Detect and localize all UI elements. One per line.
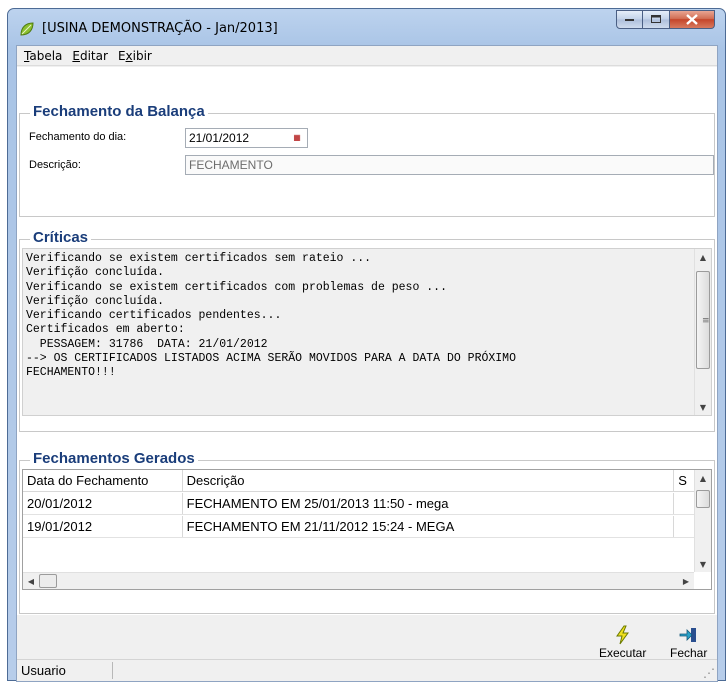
app-window: [USINA DEMONSTRAÇÃO - Jan/2013] Tabela E…: [7, 8, 726, 682]
calendar-icon[interactable]: ▦: [290, 131, 304, 144]
fechamento-dia-field[interactable]: 21/01/2012 ▦: [185, 128, 308, 148]
close-icon: [686, 14, 698, 25]
status-user: Usuario: [18, 662, 113, 679]
log-line: FECHAMENTO!!!: [26, 366, 116, 380]
col-header-descricao[interactable]: Descrição: [183, 470, 675, 491]
criticas-group: Críticas Verificando se existem certific…: [19, 229, 715, 432]
gerados-group: Fechamentos Gerados Data do Fechamento D…: [19, 450, 715, 614]
grip-icon: ≡: [702, 316, 710, 326]
criticas-vscrollbar[interactable]: ▲ ≡ ▼: [694, 249, 711, 415]
table-row[interactable]: 20/01/2012 FECHAMENTO EM 25/01/2013 11:5…: [23, 493, 694, 515]
log-line: Verificando se existem certificados com …: [26, 280, 447, 294]
title-bar[interactable]: [USINA DEMONSTRAÇÃO - Jan/2013]: [8, 9, 725, 45]
fechamento-dia-label: Fechamento do dia:: [29, 131, 127, 143]
col-header-s[interactable]: S: [674, 470, 694, 491]
menu-tabela[interactable]: Tabela: [19, 49, 67, 63]
window-title: [USINA DEMONSTRAÇÃO - Jan/2013]: [42, 21, 278, 36]
scroll-left-icon[interactable]: ◀: [23, 573, 39, 589]
scroll-right-icon[interactable]: ▶: [678, 573, 694, 589]
descricao-value: FECHAMENTO: [189, 158, 273, 172]
fechamento-group: Fechamento da Balança Fechamento do dia:…: [19, 103, 715, 217]
scroll-up-icon[interactable]: ▲: [695, 470, 711, 486]
minimize-icon: [624, 18, 634, 21]
grid-header: Data do Fechamento Descrição S: [23, 470, 694, 492]
scroll-down-icon[interactable]: ▼: [695, 556, 711, 572]
exit-door-icon: [679, 628, 696, 642]
log-line: Certificados em aberto:: [26, 323, 185, 337]
table-row[interactable]: 19/01/2012 FECHAMENTO EM 21/11/2012 15:2…: [23, 516, 694, 538]
cell-descricao: FECHAMENTO EM 25/01/2013 11:50 - mega: [183, 493, 675, 514]
maximize-icon: [650, 15, 661, 23]
log-line: Verificando se existem certificados sem …: [26, 252, 372, 265]
grid-vscrollbar[interactable]: ▲ ▼: [694, 470, 711, 572]
log-line: --> OS CERTIFICADOS LISTADOS ACIMA SERÃO…: [26, 352, 516, 366]
executar-label: Executar: [599, 646, 647, 660]
cell-data: 19/01/2012: [23, 516, 183, 537]
gerados-grid[interactable]: Data do Fechamento Descrição S 20/01/201…: [22, 469, 712, 590]
criticas-scroll-thumb[interactable]: ≡: [696, 271, 710, 369]
maximize-button[interactable]: [643, 10, 670, 29]
resize-grip-icon[interactable]: ⋰: [703, 666, 715, 680]
cell-s: [674, 516, 694, 537]
menu-exibir[interactable]: Exibir: [113, 49, 157, 63]
caption-buttons: [616, 10, 715, 29]
fechamento-legend: Fechamento da Balança: [30, 103, 208, 120]
log-line: Verifição concluída.: [26, 266, 165, 280]
action-toolbar: Executar Fechar: [17, 615, 717, 661]
gerados-legend: Fechamentos Gerados: [30, 450, 198, 467]
scroll-up-icon[interactable]: ▲: [695, 249, 711, 265]
grid-scroll-thumb[interactable]: [696, 490, 710, 508]
close-button[interactable]: [670, 10, 715, 29]
descricao-label: Descrição:: [29, 159, 81, 171]
descricao-field[interactable]: FECHAMENTO: [185, 155, 714, 175]
fechar-button[interactable]: Fechar: [670, 624, 707, 660]
executar-button[interactable]: Executar: [599, 624, 646, 660]
criticas-log-text: Verificando se existem certificados sem …: [26, 252, 689, 381]
log-line: PESSAGEM: 31786 DATA: 21/01/2012: [26, 337, 268, 351]
grid-hscroll-thumb[interactable]: [39, 574, 57, 588]
cell-s: [674, 493, 694, 514]
menu-editar[interactable]: Editar: [67, 49, 113, 63]
col-header-data[interactable]: Data do Fechamento: [23, 470, 183, 491]
client-area: Tabela Editar Exibir Fechamento da Balan…: [16, 45, 718, 682]
minimize-button[interactable]: [616, 10, 643, 29]
log-line: Verifição concluída.: [26, 294, 165, 308]
criticas-log[interactable]: Verificando se existem certificados sem …: [22, 248, 712, 416]
cell-data: 20/01/2012: [23, 493, 183, 514]
app-leaf-icon: [20, 22, 34, 36]
fechamento-dia-value: 21/01/2012: [189, 131, 250, 145]
log-line: Verificando certificados pendentes...: [26, 309, 282, 323]
status-bar: Usuario ⋰: [17, 659, 717, 681]
cell-descricao: FECHAMENTO EM 21/11/2012 15:24 - MEGA: [183, 516, 675, 537]
grid-hscrollbar[interactable]: ◀ ▶: [23, 572, 694, 589]
criticas-legend: Críticas: [30, 229, 92, 246]
menu-bar: Tabela Editar Exibir: [17, 46, 717, 66]
lightning-icon: [615, 625, 629, 645]
scroll-down-icon[interactable]: ▼: [695, 399, 711, 415]
fechar-label: Fechar: [670, 646, 708, 660]
